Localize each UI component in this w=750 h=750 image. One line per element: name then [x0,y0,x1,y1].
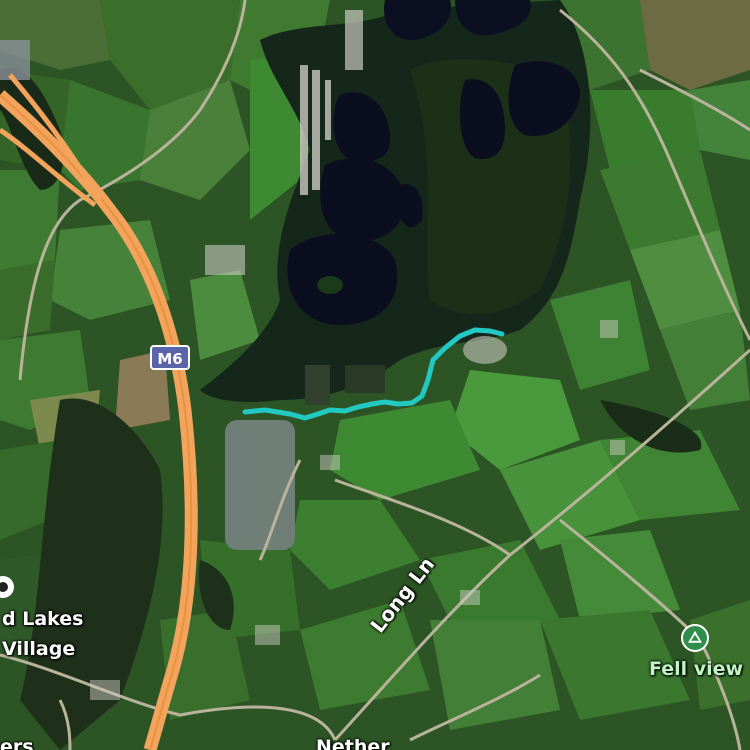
map-imagery [0,0,750,750]
place-label-line2[interactable]: Village [2,640,75,659]
place-label-nether: Nether [316,736,390,750]
mountain-viewpoint-icon[interactable] [681,624,709,652]
place-label-line1[interactable]: d Lakes [2,610,83,629]
place-label-bottom-left: ers [0,736,34,750]
satellite-map[interactable]: M6 Long Ln Fell view d Lakes Village ers… [0,0,750,750]
m6-road-shield: M6 [150,345,190,370]
poi-label-fell-view[interactable]: Fell view [649,660,743,679]
